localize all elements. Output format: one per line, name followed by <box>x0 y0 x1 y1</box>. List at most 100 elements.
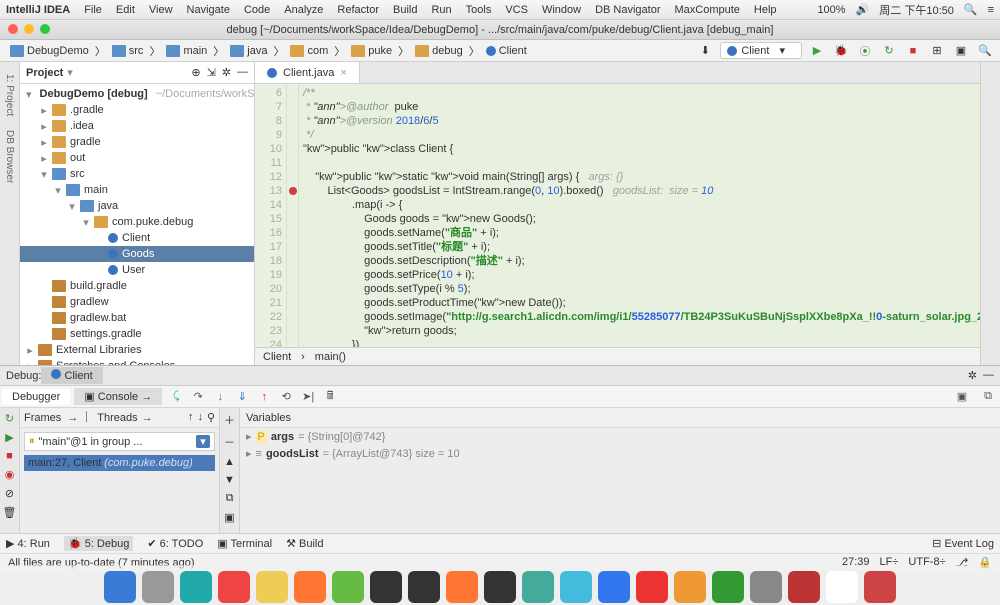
dock-app[interactable] <box>598 571 630 603</box>
close-window-button[interactable] <box>8 24 18 34</box>
debugger-tab[interactable]: Debugger <box>2 389 70 405</box>
dock-app[interactable] <box>788 571 820 603</box>
coverage-button[interactable]: ⦿ <box>856 42 874 60</box>
dock-app[interactable] <box>256 571 288 603</box>
siri-icon[interactable]: ≡ <box>988 4 994 16</box>
dock-app[interactable] <box>332 571 364 603</box>
zoom-window-button[interactable] <box>40 24 50 34</box>
show-watches-icon[interactable]: ▣ <box>224 511 234 524</box>
dock-app[interactable] <box>294 571 326 603</box>
dock-app[interactable] <box>712 571 744 603</box>
dock-app[interactable] <box>370 571 402 603</box>
rerun-icon[interactable]: ↻ <box>5 412 14 425</box>
tree-node[interactable]: ▾main <box>20 182 254 198</box>
macos-dock[interactable] <box>0 565 1000 605</box>
dock-app[interactable] <box>636 571 668 603</box>
bc-method[interactable]: main() <box>315 351 346 363</box>
mute-bp-icon[interactable]: ⊘ <box>5 487 14 500</box>
stop-icon[interactable]: ■ <box>6 450 13 462</box>
tree-node[interactable]: ▾src <box>20 166 254 182</box>
menu-code[interactable]: Code <box>244 4 270 16</box>
dock-app[interactable] <box>408 571 440 603</box>
tree-node[interactable]: ▸External Libraries <box>20 342 254 358</box>
dock-app[interactable] <box>522 571 554 603</box>
tree-node[interactable]: gradlew <box>20 294 254 310</box>
evaluate-icon[interactable]: 🖩 <box>320 388 340 406</box>
menu-app[interactable]: IntelliJ IDEA <box>6 4 70 16</box>
menu-navigate[interactable]: Navigate <box>187 4 230 16</box>
dock-app[interactable] <box>484 571 516 603</box>
menu-file[interactable]: File <box>84 4 102 16</box>
view-bp-icon[interactable]: ◉ <box>5 468 15 481</box>
dock-app[interactable] <box>826 571 858 603</box>
code-body[interactable]: /** * "ann">@author puke * "ann">@versio… <box>299 84 980 347</box>
tree-node[interactable]: ▾java <box>20 198 254 214</box>
bc-class[interactable]: Client <box>263 351 291 363</box>
dock-app[interactable] <box>180 571 212 603</box>
copy-icon[interactable]: ⧉ <box>226 492 234 505</box>
tree-node[interactable]: User <box>20 262 254 278</box>
minimize-window-button[interactable] <box>24 24 34 34</box>
tree-node[interactable]: ▸out <box>20 150 254 166</box>
crumb-debug[interactable]: debug <box>411 44 467 58</box>
code-editor[interactable]: 6789101112131415161718192021222324252627… <box>255 84 980 347</box>
structure-tool-tab[interactable]: DB Browser <box>2 126 17 187</box>
step-into-icon[interactable]: ↓ <box>210 388 230 406</box>
dock-app[interactable] <box>218 571 250 603</box>
build-icon[interactable]: ⬇︎ <box>696 42 714 60</box>
dock-app[interactable] <box>104 571 136 603</box>
project-tool-tab[interactable]: 1: Project <box>2 70 17 120</box>
menu-dbnav[interactable]: DB Navigator <box>595 4 660 16</box>
filter-icon[interactable]: ⚲ <box>207 411 215 424</box>
up-icon[interactable]: ▲ <box>224 456 235 468</box>
thread-selector[interactable]: ⏸"main"@1 in group ...▾ <box>24 432 215 451</box>
tree-node[interactable]: Goods <box>20 246 254 262</box>
build-tool-tab[interactable]: ⚒ Build <box>286 537 323 550</box>
minimize-icon[interactable]: — <box>983 369 994 382</box>
locate-icon[interactable]: ⊕ <box>191 66 200 79</box>
structure-icon[interactable]: ▣ <box>952 42 970 60</box>
drop-frame-icon[interactable]: ⟲ <box>276 388 296 406</box>
layout-icon[interactable]: ▣ <box>952 388 972 406</box>
tree-node[interactable]: settings.gradle <box>20 326 254 342</box>
down-icon[interactable]: ▼ <box>224 474 235 486</box>
todo-tool-tab[interactable]: ✔ 6: TODO <box>147 537 203 550</box>
debug-tool-tab[interactable]: 🐞 5: Debug <box>64 536 133 551</box>
force-step-into-icon[interactable]: ⇓ <box>232 388 252 406</box>
dock-app[interactable] <box>864 571 896 603</box>
menu-maxcompute[interactable]: MaxCompute <box>675 4 740 16</box>
pin-icon[interactable]: ⧉ <box>978 388 998 406</box>
menu-analyze[interactable]: Analyze <box>284 4 323 16</box>
var-goodslist[interactable]: ▸≡goodsList = {ArrayList@743} size = 10 <box>240 445 1000 462</box>
run-config-select[interactable]: Client▾ <box>720 42 802 59</box>
window-titlebar[interactable]: debug [~/Documents/workSpace/Idea/DebugD… <box>0 20 1000 40</box>
tree-node[interactable]: ▸Scratches and Consoles <box>20 358 254 365</box>
console-tab[interactable]: ▣ Console → <box>74 388 162 405</box>
step-over-icon[interactable]: ⤹ <box>166 388 186 406</box>
eventlog-tab[interactable]: ⊟ Event Log <box>932 537 994 550</box>
profile-button[interactable]: ↻ <box>880 42 898 60</box>
tree-node[interactable]: gradlew.bat <box>20 310 254 326</box>
crumb-puke[interactable]: puke <box>347 44 396 58</box>
prev-frame-icon[interactable]: ↑ <box>188 411 194 424</box>
tree-node[interactable]: ▸.gradle <box>20 102 254 118</box>
crumb-main[interactable]: main <box>162 44 211 58</box>
var-args[interactable]: ▸Pargs = {String[0]@742} <box>240 428 1000 445</box>
resume-icon[interactable]: ▶ <box>5 431 13 444</box>
spotlight-icon[interactable]: 🔍 <box>964 3 978 16</box>
run-tool-tab[interactable]: ▶ 4: Run <box>6 537 50 550</box>
project-tree[interactable]: ▾DebugDemo [debug]~/Documents/workSpace/… <box>20 84 254 365</box>
crumb-com[interactable]: com <box>286 44 332 58</box>
debug-session-tab[interactable]: Client <box>41 367 102 384</box>
tree-node[interactable]: Client <box>20 230 254 246</box>
gutter-icons[interactable] <box>287 84 299 347</box>
close-tab-icon[interactable]: × <box>340 67 346 79</box>
collapse-icon[interactable]: ⇲ <box>207 66 216 79</box>
menu-build[interactable]: Build <box>393 4 417 16</box>
debug-button[interactable]: 🐞 <box>832 42 850 60</box>
dock-app[interactable] <box>750 571 782 603</box>
hide-icon[interactable]: — <box>237 66 248 79</box>
crumb-src[interactable]: src <box>108 44 148 58</box>
tree-node[interactable]: ▸.idea <box>20 118 254 134</box>
menu-vcs[interactable]: VCS <box>505 4 528 16</box>
